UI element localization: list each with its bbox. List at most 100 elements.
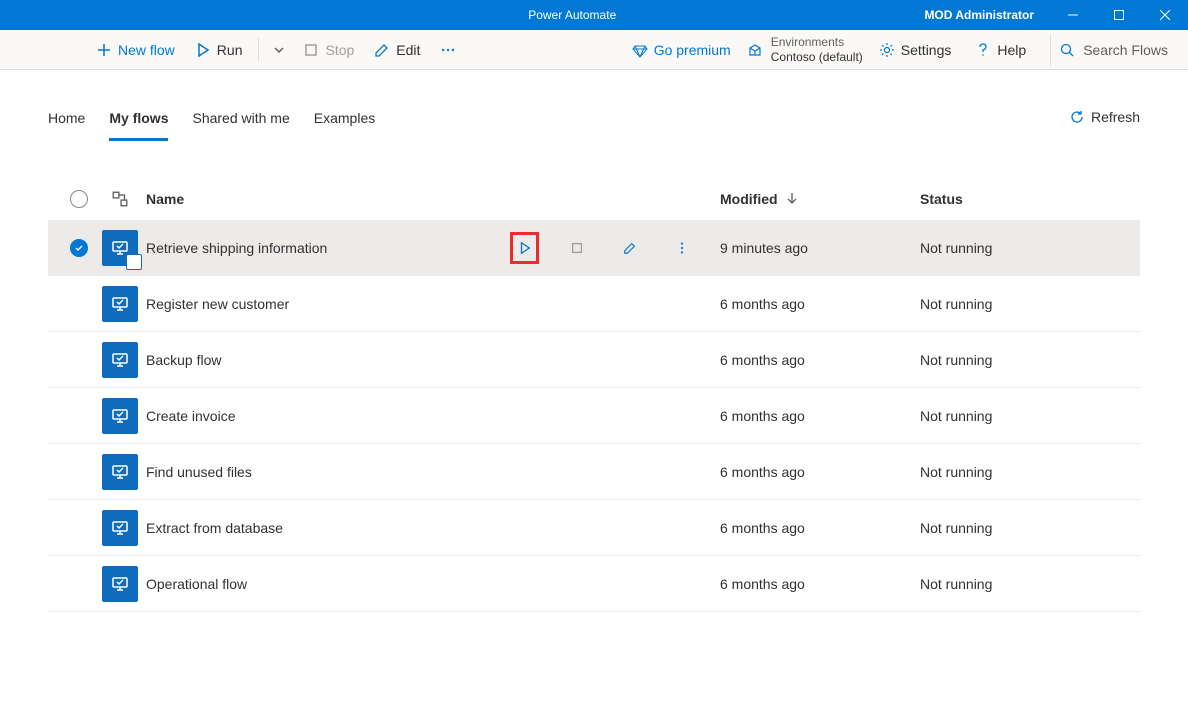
row-stop-button[interactable] [563,232,591,264]
row-edit-button[interactable] [615,232,643,264]
flow-status: Not running [920,296,1140,312]
maximize-button[interactable] [1096,0,1142,30]
question-icon [975,42,991,58]
table-row[interactable]: Create invoice 6 months agoNot running [48,388,1140,444]
new-flow-button[interactable]: New flow [88,34,183,66]
table-row[interactable]: Operational flow 6 months agoNot running [48,556,1140,612]
row-run-button[interactable] [510,232,539,264]
tab-shared[interactable]: Shared with me [192,102,289,141]
command-bar: New flow Run Stop Edit Go premium [0,30,1188,70]
table-row[interactable]: Retrieve shipping information 9 minutes a… [48,220,1140,276]
divider [258,38,259,62]
flow-modified: 6 months ago [720,408,920,424]
flow-modified: 6 months ago [720,296,920,312]
play-icon [195,42,211,58]
go-premium-label: Go premium [654,42,731,58]
tab-examples[interactable]: Examples [314,102,375,141]
flow-name[interactable]: Register new customer [142,296,510,312]
flow-name[interactable]: Create invoice [142,408,510,424]
run-button[interactable]: Run [187,34,251,66]
flow-modified: 6 months ago [720,576,920,592]
diamond-icon [632,42,648,58]
environment-text: Environments Contoso (default) [771,35,863,64]
help-button[interactable]: Help [967,34,1034,66]
user-label: MOD Administrator [924,8,1050,22]
tab-home[interactable]: Home [48,102,85,141]
flow-name[interactable]: Backup flow [142,352,510,368]
refresh-label: Refresh [1091,109,1140,125]
flow-type-icon [98,510,142,546]
flow-status: Not running [920,408,1140,424]
flow-type-icon-header [98,190,142,208]
pencil-icon [374,42,390,58]
row-actions [510,232,720,264]
table-row[interactable]: Register new customer 6 months agoNot run… [48,276,1140,332]
column-modified[interactable]: Modified [720,191,920,207]
search-icon [1059,42,1075,58]
minimize-button[interactable] [1050,0,1096,30]
sort-descending-icon [786,191,798,207]
flow-status: Not running [920,352,1140,368]
app-title: Power Automate [220,8,924,22]
table-row[interactable]: Extract from database 6 months agoNot run… [48,500,1140,556]
edit-button[interactable]: Edit [366,34,428,66]
row-more-button[interactable] [668,232,696,264]
environment-icon [747,42,763,58]
flows-table: Name Modified Status Retrieve shipping i… [48,178,1140,612]
select-all[interactable] [60,190,98,208]
new-flow-label: New flow [118,42,175,58]
flow-modified: 9 minutes ago [720,240,920,256]
environment-value: Contoso (default) [771,50,863,64]
go-premium-button[interactable]: Go premium [624,34,739,66]
page-content: Home My flows Shared with me Examples Re… [0,70,1188,612]
gear-icon [879,42,895,58]
column-name[interactable]: Name [142,191,510,207]
environments-button[interactable]: Environments Contoso (default) [747,35,863,64]
more-button[interactable] [432,34,464,66]
row-select[interactable] [60,239,98,257]
window-controls [1050,0,1188,30]
chevron-down-icon [271,42,287,58]
flow-type-icon [98,398,142,434]
flow-type-icon [98,286,142,322]
close-button[interactable] [1142,0,1188,30]
flow-type-icon [98,566,142,602]
help-label: Help [997,42,1026,58]
flow-name[interactable]: Find unused files [142,464,510,480]
column-status[interactable]: Status [920,191,1140,207]
flow-modified: 6 months ago [720,352,920,368]
run-label: Run [217,42,243,58]
stop-icon [303,42,319,58]
flow-modified: 6 months ago [720,520,920,536]
column-modified-label: Modified [720,191,778,207]
tabs-row: Home My flows Shared with me Examples Re… [48,102,1140,142]
search-flows[interactable]: Search Flows [1050,34,1176,66]
refresh-icon [1069,109,1085,125]
table-row[interactable]: Find unused files 6 months agoNot running [48,444,1140,500]
flow-status: Not running [920,520,1140,536]
flow-type-icon [98,454,142,490]
stop-button[interactable]: Stop [295,34,362,66]
flow-modified: 6 months ago [720,464,920,480]
edit-label: Edit [396,42,420,58]
flow-name[interactable]: Retrieve shipping information [142,240,510,256]
settings-button[interactable]: Settings [871,34,960,66]
settings-label: Settings [901,42,952,58]
run-dropdown-button[interactable] [267,34,291,66]
more-horizontal-icon [440,42,456,58]
flow-name[interactable]: Operational flow [142,576,510,592]
flow-status: Not running [920,464,1140,480]
tab-my-flows[interactable]: My flows [109,102,168,141]
flow-type-icon [98,230,142,266]
titlebar: Power Automate MOD Administrator [0,0,1188,30]
environments-label: Environments [771,35,863,49]
search-placeholder: Search Flows [1083,42,1168,58]
table-row[interactable]: Backup flow 6 months agoNot running [48,332,1140,388]
tabs: Home My flows Shared with me Examples [48,102,375,141]
refresh-button[interactable]: Refresh [1069,109,1140,135]
flow-status: Not running [920,576,1140,592]
flow-type-icon [98,342,142,378]
flow-name[interactable]: Extract from database [142,520,510,536]
plus-icon [96,42,112,58]
table-header: Name Modified Status [48,178,1140,220]
